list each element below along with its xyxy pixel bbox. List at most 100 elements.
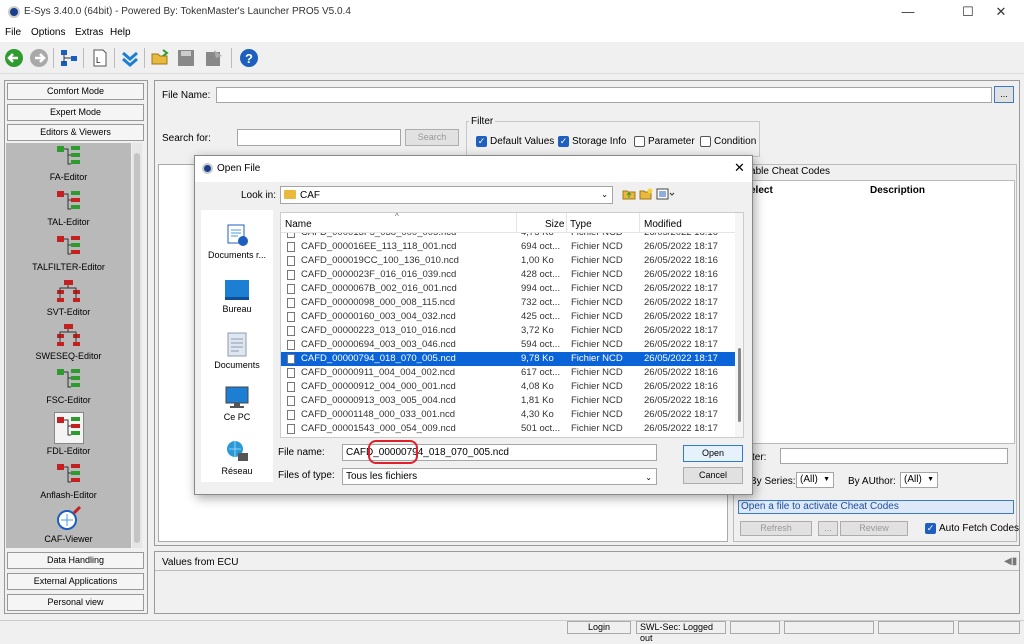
fa-editor-item[interactable]: FA-Editor [6, 144, 131, 182]
file-icon [287, 354, 295, 364]
file-row[interactable]: CAFD_00000913_003_005_004.ncd 1,81 Ko Fich… [281, 394, 735, 408]
open-button[interactable]: Open [683, 445, 743, 462]
log-document-icon[interactable]: L [89, 47, 111, 69]
filter-default-values[interactable]: ✓ Default Values [476, 136, 554, 147]
file-row[interactable]: CAFD_00000098_000_008_115.ncd 732 oct... F… [281, 296, 735, 310]
personal-view-button[interactable]: Personal view [7, 594, 144, 611]
back-arrow-icon[interactable] [3, 47, 25, 69]
column-size[interactable]: Size [545, 219, 564, 230]
search-button[interactable]: Search [405, 129, 459, 146]
file-row[interactable]: CAFD_00000223_013_010_016.ncd 3,72 Ko Fich… [281, 324, 735, 338]
cancel-button[interactable]: Cancel [683, 467, 743, 484]
author-select[interactable]: (All) ▼ [900, 472, 938, 488]
save-disk-icon[interactable] [175, 47, 197, 69]
checkbox-checked[interactable]: ✓ [925, 523, 936, 534]
series-select[interactable]: (All) ▼ [796, 472, 834, 488]
editors-scrollbar[interactable] [132, 143, 142, 548]
highlight-circle [368, 440, 418, 464]
checkbox-unchecked[interactable] [634, 136, 645, 147]
open-folder-icon[interactable] [149, 47, 171, 69]
file-row[interactable]: CAFD_0000023F_016_016_039.ncd 428 oct... F… [281, 268, 735, 282]
file-name-input[interactable] [216, 87, 992, 103]
recent-documents-icon [227, 224, 248, 246]
place-documents[interactable]: Documents [201, 332, 273, 370]
file-row[interactable]: CAFD_00000911_004_004_002.ncd 617 oct... F… [281, 366, 735, 380]
flash-arrows-icon[interactable] [119, 47, 141, 69]
file-row[interactable]: CAFD_00000160_003_004_032.ncd 425 oct... F… [281, 310, 735, 324]
file-row[interactable]: CAFD_00000794_018_070_005.ncd 9,78 Ko Fich… [281, 352, 735, 366]
look-in-select[interactable]: CAF ⌄ [280, 186, 613, 204]
filter-condition[interactable]: Condition [700, 136, 756, 147]
file-row[interactable]: CAFD_00000694_003_003_046.ncd 594 oct... F… [281, 338, 735, 352]
file-row[interactable]: CAFD_00001148_000_033_001.ncd 4,30 Ko Fich… [281, 408, 735, 422]
tal-editor-item[interactable]: TAL-Editor [6, 189, 131, 227]
close-window-button[interactable]: ✕ [978, 0, 1024, 24]
login-button[interactable]: Login [567, 621, 631, 634]
menu-help[interactable]: Help [110, 27, 131, 38]
search-input[interactable] [237, 129, 401, 146]
column-type[interactable]: Type [570, 219, 592, 230]
minimize-button[interactable]: — [885, 0, 931, 24]
caf-viewer-item[interactable]: CAF-Viewer [6, 505, 131, 544]
place-bureau[interactable]: Bureau [201, 278, 273, 314]
file-type-select[interactable]: Tous les fichiers ⌄ [342, 468, 657, 485]
file-row[interactable]: CAFD_000019CC_100_136_010.ncd 1,00 Ko Fich… [281, 254, 735, 268]
browse-button[interactable]: ... [994, 86, 1014, 103]
column-modified[interactable]: Modified [644, 219, 682, 230]
cheat-codes-table[interactable] [737, 180, 1015, 444]
file-row[interactable]: CAFD_00001543_000_054_009.ncd 501 oct... F… [281, 422, 735, 436]
file-row[interactable]: CAFD_000016EE_113_118_001.ncd 694 oct... F… [281, 240, 735, 254]
refresh-button[interactable]: Refresh [740, 521, 812, 536]
external-applications-button[interactable]: External Applications [7, 573, 144, 590]
values-from-ecu-panel [154, 551, 1020, 614]
column-name[interactable]: Name [285, 219, 312, 230]
checkbox-checked[interactable]: ✓ [476, 136, 487, 147]
help-icon[interactable]: ? [238, 47, 260, 69]
file-size: 4,30 Ko [521, 409, 554, 420]
filter-parameter[interactable]: Parameter [634, 136, 695, 147]
auto-fetch-codes[interactable]: ✓ Auto Fetch Codes [925, 523, 1019, 534]
new-folder-icon[interactable] [639, 188, 653, 200]
file-name: CAFD_00000794_018_070_005.ncd [301, 353, 456, 364]
sort-up-icon: ^ [395, 212, 399, 221]
filter-storage-info[interactable]: ✓ Storage Info [558, 136, 626, 147]
cheat-filter-input[interactable] [780, 448, 1008, 464]
view-menu-icon[interactable] [656, 188, 676, 200]
chevron-down-icon: ⌄ [601, 190, 608, 199]
place-ce-pc[interactable]: Ce PC [201, 386, 273, 422]
file-type: Fichier NCD [571, 255, 623, 266]
menu-options[interactable]: Options [31, 27, 65, 38]
expert-mode-button[interactable]: Expert Mode [7, 104, 144, 121]
file-list-scrollbar[interactable] [735, 213, 743, 437]
checkbox-unchecked[interactable] [700, 136, 711, 147]
menu-file[interactable]: File [5, 27, 21, 38]
file-type: Fichier NCD [571, 423, 623, 434]
file-row[interactable]: CAFD_0000067B_002_016_001.ncd 994 oct... F… [281, 282, 735, 296]
file-list[interactable]: Name ^ Size Type Modified CAFD_000013F5_… [280, 212, 744, 438]
expand-icon[interactable]: ◀▮ [1004, 556, 1017, 567]
save-as-icon[interactable] [203, 47, 225, 69]
checkbox-checked[interactable]: ✓ [558, 136, 569, 147]
sweseq-editor-item[interactable]: SWESEQ-Editor [6, 323, 131, 361]
review-button[interactable]: Review [840, 521, 908, 536]
fdl-editor-item[interactable]: FDL-Editor [6, 412, 131, 456]
forward-arrow-icon[interactable] [28, 47, 50, 69]
data-handling-button[interactable]: Data Handling [7, 552, 144, 569]
network-tree-icon[interactable] [58, 47, 80, 69]
editors-viewers-button[interactable]: Editors & Viewers [7, 124, 144, 141]
fsc-editor-item[interactable]: FSC-Editor [6, 367, 131, 405]
file-modified: 26/05/2022 18:17 [644, 297, 718, 308]
talfilter-editor-item[interactable]: TALFILTER-Editor [6, 234, 131, 272]
menu-extras[interactable]: Extras [75, 27, 103, 38]
dialog-close-button[interactable]: ✕ [734, 160, 745, 176]
comfort-mode-button[interactable]: Comfort Mode [7, 83, 144, 100]
file-row[interactable]: CAFD_00000912_004_000_001.ncd 4,08 Ko Fich… [281, 380, 735, 394]
file-icon [287, 326, 295, 336]
svt-editor-item[interactable]: SVT-Editor [6, 279, 131, 317]
anflash-editor-item[interactable]: Anflash-Editor [6, 462, 131, 500]
place-reseau[interactable]: Réseau [201, 440, 273, 476]
place-recent-documents[interactable]: Documents r... [201, 222, 273, 260]
file-modified: 26/05/2022 18:16 [644, 255, 718, 266]
more-button[interactable]: ... [818, 521, 838, 536]
up-folder-icon[interactable] [622, 188, 636, 200]
